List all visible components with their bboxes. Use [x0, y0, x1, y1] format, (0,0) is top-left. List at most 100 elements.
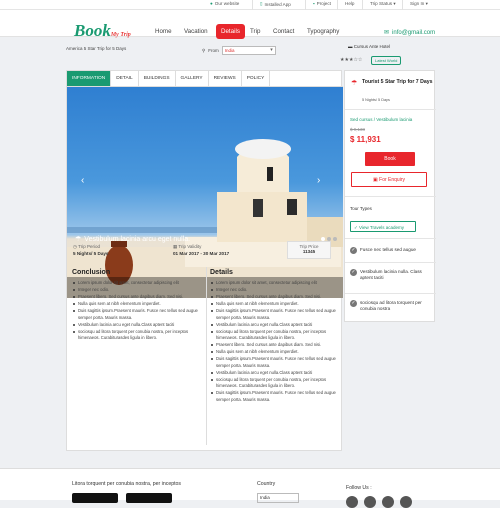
check-circle-icon: ✓ [350, 269, 357, 276]
main-nav: BookMy Trip Home Vacation Details Trip C… [0, 10, 500, 40]
bullet-item: Vestibulum lacinia arcu eget nulla.Class… [72, 322, 204, 329]
book-button[interactable]: Book [365, 152, 415, 166]
tour-types-label: Tour Types [350, 206, 372, 211]
trip-status-dropdown[interactable]: Trip Status ▾ [370, 1, 396, 7]
from-selector: ⚲ From India [202, 46, 276, 55]
nav-home[interactable]: Home [155, 28, 172, 35]
divider [337, 0, 338, 10]
tab-information[interactable]: Information [67, 71, 112, 86]
country-select[interactable]: India [257, 493, 299, 503]
view-travels-button[interactable]: ✓ View Travels academy [350, 221, 416, 232]
conclusion-title: Conclusion [72, 269, 111, 276]
check-circle-icon: ✓ [350, 300, 357, 307]
tab-buildings[interactable]: Buildings [139, 71, 176, 86]
enquiry-button[interactable]: ▣ For Enquiry [351, 172, 427, 187]
star-rating: ★★★☆☆ [340, 57, 363, 63]
bullet-item: Integer nec odio. [72, 287, 204, 294]
tab-policy[interactable]: Policy [242, 71, 271, 86]
tab-gallery[interactable]: Gallery [176, 71, 209, 86]
divider [305, 0, 306, 10]
app-store-badge[interactable] [126, 493, 172, 503]
sign-in-dropdown[interactable]: Sign In ▾ [410, 1, 428, 7]
bullet-item: Integer nec odio. [210, 287, 338, 294]
logo[interactable]: BookMy Trip [74, 21, 131, 41]
installed-app-link[interactable]: ▯ Installed App [260, 1, 291, 7]
umbrella-icon: ☂ [351, 80, 358, 87]
bullet-item: Nulla quis sem at nibh elementum imperdi… [210, 349, 338, 356]
details-title: Details [210, 269, 233, 276]
tour-title: Tourist 5 Star Trip for 7 Days [362, 79, 433, 85]
breadcrumb: America 5 Star Trip for 5 Days [66, 46, 127, 51]
details-list: Lorem ipsum dolor sit amet, consectetur … [210, 280, 338, 403]
twitter-icon[interactable] [364, 496, 376, 508]
bullet-item: Duis sagittis ipsum.Praesent mauris. Fus… [210, 308, 338, 321]
windmill-scene [67, 139, 343, 298]
bullet-item: sociosqu ad litora torquent per conubia … [210, 377, 338, 390]
new-price: $ 11,931 [350, 135, 381, 144]
google-play-badge[interactable] [72, 493, 118, 503]
bullet-item: Vestibulum lacinia arcu eget nulla.Class… [210, 370, 338, 377]
divider [345, 238, 436, 239]
old-price: $ 9,138 [350, 127, 366, 132]
divider [345, 109, 436, 110]
trip-price: Trip Price 11345 [287, 241, 331, 259]
check-circle-icon: ✓ [350, 247, 357, 254]
trip-validity: ▦ Trip Validity 01 Mar 2017 - 30 Mar 201… [173, 244, 230, 256]
nav-details[interactable]: Details [216, 24, 245, 39]
divider [345, 196, 436, 197]
chevron-left-icon[interactable]: ‹ [81, 175, 84, 186]
divider [402, 0, 403, 10]
bullet-item: Lorem ipsum dolor sit amet, consectetur … [72, 280, 204, 287]
hotel-name: ▬ Cursus Ante Hotel [348, 44, 391, 49]
divider [345, 293, 436, 294]
footer: Litora torquent per conubia nostra, per … [0, 468, 500, 508]
divider [345, 262, 436, 263]
map-pin-icon: ⚲ [202, 47, 206, 53]
tab-bar: Information Detail Buildings Gallery Rev… [67, 71, 343, 87]
mail-icon: ✉ [384, 30, 390, 36]
nav-trip[interactable]: Trip [250, 28, 260, 35]
google-plus-icon[interactable] [382, 496, 394, 508]
country-label: Country [257, 481, 276, 487]
details-section: Details Lorem ipsum dolor sit amet, cons… [210, 269, 338, 404]
divider [206, 267, 207, 445]
project-link[interactable]: ▪ Project [313, 1, 331, 6]
our-website-link[interactable]: ● Our website [210, 1, 239, 6]
list-item: ✓ sociosqu ad litora torquent per conubia… [350, 300, 422, 312]
help-link[interactable]: Help [345, 1, 354, 6]
bullet-item: Praesent libero. Sed cursus ante dapibus… [72, 294, 204, 301]
chevron-right-icon[interactable]: › [317, 175, 320, 186]
tour-duration: 5 Nights/ 5 Days [362, 98, 390, 102]
phone-icon: ▯ [260, 1, 263, 6]
follow-label: Follow Us : [346, 485, 372, 491]
conclusion-list: Lorem ipsum dolor sit amet, consectetur … [72, 280, 204, 342]
tab-detail[interactable]: Detail [111, 71, 139, 86]
carousel-dot[interactable] [333, 237, 337, 241]
nav-vacation[interactable]: Vacation [184, 28, 208, 35]
photo-caption: ☂ Vestibulum lacinia arcu eget nulla. [75, 235, 191, 244]
bullet-item: Nulla quis sem at nibh elementum imperdi… [72, 301, 204, 308]
from-select[interactable]: India [221, 46, 276, 55]
briefcase-icon: ▪ [313, 1, 315, 6]
bullet-item: Duis sagittis ipsum.Praesent mauris. Fus… [72, 308, 204, 321]
divider [362, 0, 363, 10]
nav-typography[interactable]: Typography [307, 28, 339, 35]
trip-period: ◷ Trip Period 5 Nights/ 5 Days [73, 244, 109, 256]
latest-world-button[interactable]: Latest World [371, 56, 402, 65]
linkedin-icon[interactable] [400, 496, 412, 508]
email-link[interactable]: ✉ info@gmail.com [384, 29, 435, 37]
main-panel: Information Detail Buildings Gallery Rev… [66, 70, 343, 451]
facebook-icon[interactable] [346, 496, 358, 508]
bullet-item: Praesent libero. Sed cursus ante dapibus… [210, 342, 338, 349]
hero-photo: ‹ › ☂ Vestibulum lacinia arcu eget nulla. [67, 87, 343, 298]
top-bar: ● Our website ▯ Installed App ▪ Project Hel… [0, 0, 500, 10]
globe-icon: ● [210, 1, 213, 6]
list-item: ✓ Vestibulum lacinia nulla. Class aptent … [350, 269, 422, 281]
tab-reviews[interactable]: Reviews [209, 71, 242, 86]
divider [252, 0, 253, 10]
nav-contact[interactable]: Contact [273, 28, 294, 35]
bullet-item: Vestibulum lacinia arcu eget nulla.Class… [210, 322, 338, 329]
bullet-item: Duis sagittis ipsum.Praesent mauris. Fus… [210, 356, 338, 369]
booking-sidebar: ☂ Tourist 5 Star Trip for 7 Days 5 Night… [344, 70, 436, 322]
bullet-item: sociosqu ad litora torquent per conubia … [210, 329, 338, 342]
